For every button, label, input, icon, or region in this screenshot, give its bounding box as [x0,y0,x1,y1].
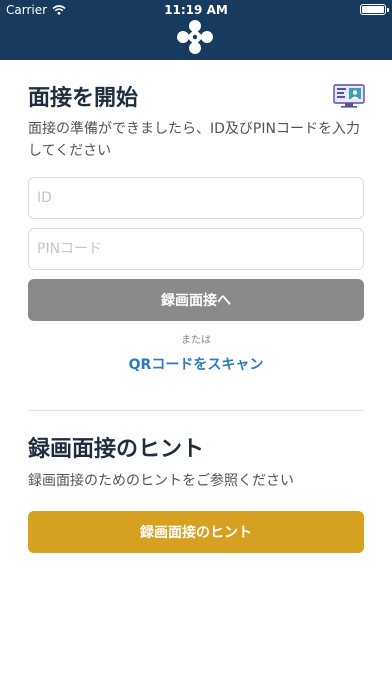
start-interview-button[interactable]: 録画面接へ [28,279,364,321]
app-header: Carrier 11:19 AM [0,0,392,60]
section-divider [28,410,364,411]
qr-scan-link[interactable]: QRコードをスキャン [0,354,392,374]
battery-icon [360,4,389,15]
video-interview-icon [333,84,365,108]
hints-title: 録画面接のヒント [28,437,205,462]
status-time: 11:19 AM [164,3,228,17]
id-input[interactable] [28,177,364,219]
status-bar: Carrier 11:19 AM [0,0,392,20]
pin-input[interactable] [28,228,364,270]
app-logo-icon [177,20,213,54]
hints-button[interactable]: 録画面接のヒント [28,511,364,553]
hints-description: 録画面接のためのヒントをご参照ください [28,473,294,489]
or-separator: または [181,335,211,346]
start-description: 面接の準備ができましたら、ID及びPINコードを入力してください [28,121,360,159]
start-title: 面接を開始 [28,86,139,111]
